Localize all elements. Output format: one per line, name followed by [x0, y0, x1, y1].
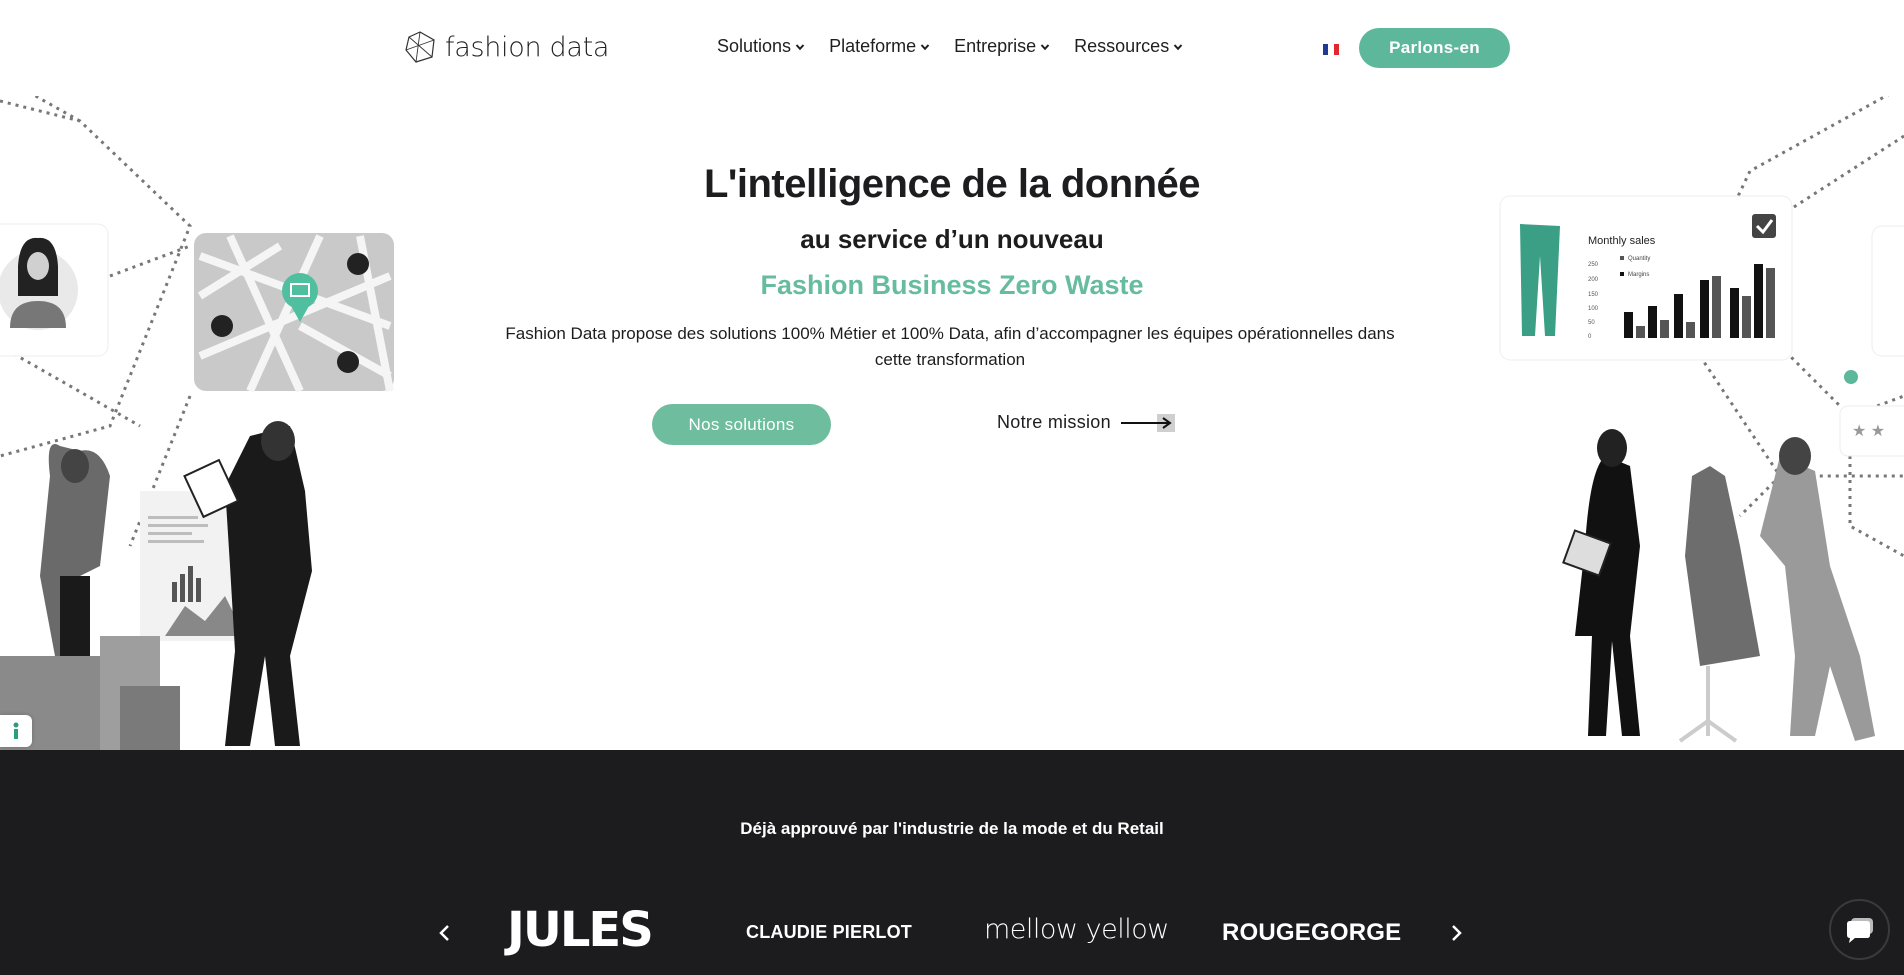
- left-people: [0, 421, 312, 750]
- chart-legend-quantity: Quantity: [1628, 256, 1650, 262]
- nav-entreprise-label: Entreprise: [954, 36, 1037, 56]
- contact-cta-button[interactable]: Parlons-en: [1359, 28, 1510, 68]
- logo[interactable]: fashion data: [403, 30, 609, 64]
- trusted-by-title: Déjà approuvé par l'industrie de la mode…: [740, 819, 1164, 838]
- nav-plateforme[interactable]: Plateforme: [829, 36, 930, 57]
- our-mission-label: Notre mission: [997, 412, 1111, 432]
- map-card: [194, 233, 394, 393]
- nav-entreprise[interactable]: Entreprise: [954, 36, 1050, 57]
- chart-tick: 250: [1588, 262, 1599, 268]
- hero-description: Fashion Data propose des solutions 100% …: [505, 324, 1395, 369]
- chevron-down-icon: [1173, 43, 1183, 50]
- carousel-next-button[interactable]: [1446, 920, 1466, 946]
- language-flag-icon[interactable]: [1323, 44, 1339, 55]
- chat-launcher-button[interactable]: [1829, 899, 1890, 960]
- nav-solutions[interactable]: Solutions: [717, 36, 805, 57]
- brand-logo-rougegorge: ROUGEGORGE: [1222, 919, 1402, 946]
- brand-logo-jules: JULES: [507, 902, 654, 958]
- chevron-down-icon: [795, 43, 805, 50]
- star-icon: ★ ★: [1852, 423, 1885, 440]
- logo-text: fashion data: [445, 31, 610, 63]
- arrow-right-icon: [1120, 413, 1175, 432]
- carousel-prev-button[interactable]: [435, 920, 455, 946]
- main-nav: Solutions Plateforme Entreprise Ressourc…: [717, 36, 1183, 57]
- nav-ressources-label: Ressources: [1074, 36, 1170, 56]
- chevron-left-icon: [439, 925, 449, 941]
- chart-tick: 50: [1588, 320, 1595, 326]
- hero-accent-title: Fashion Business Zero Waste: [760, 270, 1144, 300]
- hero-title: L'intelligence de la donnée: [703, 162, 1201, 206]
- trusted-by-section: Déjà approuvé par l'industrie de la mode…: [0, 750, 1904, 975]
- chevron-down-icon: [920, 43, 930, 50]
- hero-section: Monthly sales Quantity Margins 250 200 1…: [0, 96, 1904, 750]
- logo-mark-icon: [405, 31, 435, 63]
- hero-subtitle: au service d’un nouveau: [800, 224, 1104, 254]
- our-mission-link[interactable]: Notre mission: [997, 412, 1175, 433]
- our-solutions-button[interactable]: Nos solutions: [652, 404, 831, 445]
- nav-solutions-label: Solutions: [717, 36, 792, 56]
- site-header: fashion data Solutions Plateforme Entrep…: [0, 0, 1904, 96]
- brand-logo-claudie-pierlot: CLAUDIE PIERLOT: [746, 922, 913, 942]
- brand-logo-mellow-yellow: mellow yellow: [984, 914, 1169, 945]
- chevron-right-icon: [1452, 925, 1462, 941]
- chart-tick: 100: [1588, 306, 1599, 312]
- chevron-down-icon: [1040, 43, 1050, 50]
- accessibility-icon: [13, 722, 19, 739]
- chat-bubble-icon: [1846, 917, 1873, 943]
- nav-ressources[interactable]: Ressources: [1074, 36, 1183, 57]
- accessibility-tab[interactable]: [0, 715, 32, 747]
- nav-plateforme-label: Plateforme: [829, 36, 917, 56]
- network-node: [1844, 370, 1858, 384]
